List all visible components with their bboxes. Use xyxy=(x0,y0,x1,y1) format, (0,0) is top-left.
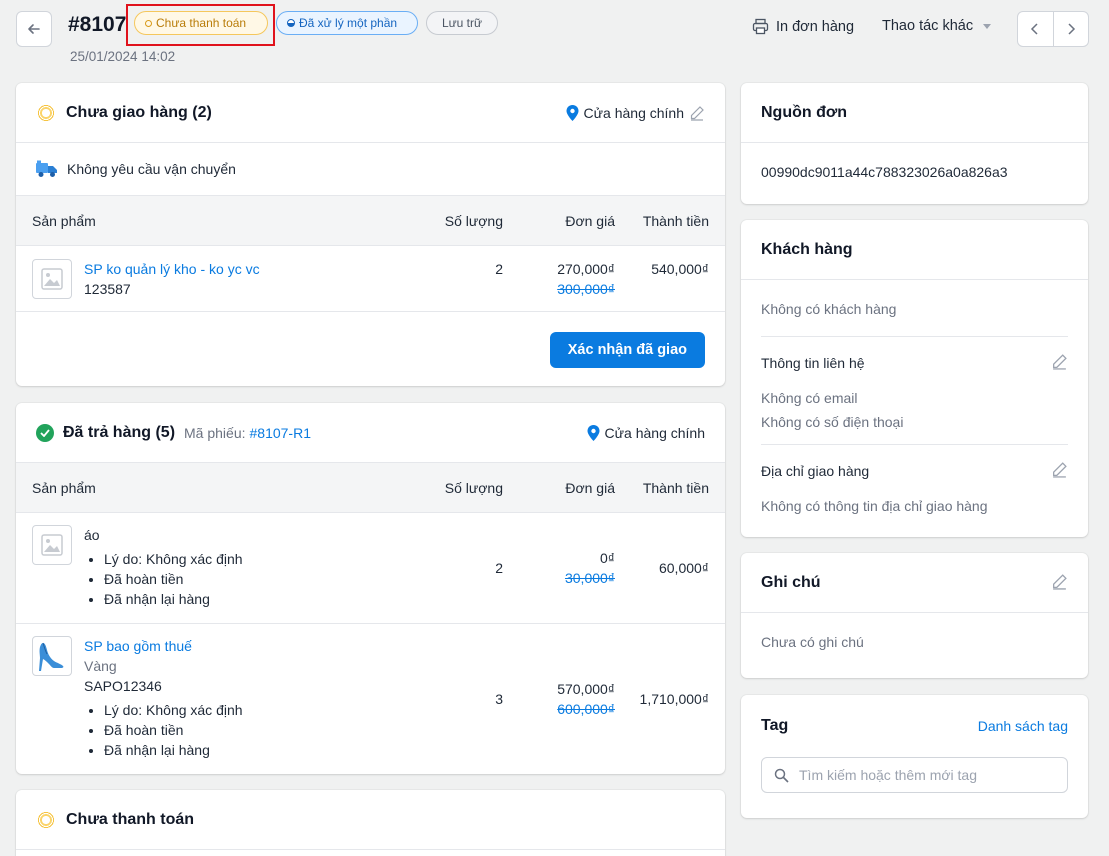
edit-note-button[interactable] xyxy=(1051,573,1068,593)
unfulfilled-header: Chưa giao hàng (2) Cửa hàng chính xyxy=(16,83,725,143)
edit-contact-button[interactable] xyxy=(1051,353,1068,373)
returned-table-header: Sản phẩm Số lượng Đơn giá Thành tiền xyxy=(16,463,725,513)
product-sku: 123587 xyxy=(84,281,131,297)
unfulfilled-table-header: Sản phẩm Số lượng Đơn giá Thành tiền xyxy=(16,196,725,246)
order-date: 25/01/2024 14:02 xyxy=(70,49,176,64)
payment-header: Chưa thanh toán xyxy=(16,790,725,850)
unfulfilled-location: Cửa hàng chính xyxy=(583,104,684,121)
printer-icon xyxy=(752,18,769,35)
caret-down-icon xyxy=(983,23,992,29)
returned-header: Đã trả hàng (5) Mã phiếu: #8107-R1 Cửa h… xyxy=(16,403,725,463)
edit-location-button[interactable] xyxy=(689,105,705,121)
image-placeholder-icon xyxy=(41,534,63,556)
table-row: áo Lý do: Không xác định Đã hoàn tiền Đã… xyxy=(16,513,725,624)
location-pin-icon xyxy=(566,104,579,121)
check-circle-icon xyxy=(36,423,54,442)
item-old-price: 300,000₫ xyxy=(557,281,615,297)
item-total: 60,000₫ xyxy=(658,560,709,576)
search-icon xyxy=(774,768,789,783)
returned-card: Đã trả hàng (5) Mã phiếu: #8107-R1 Cửa h… xyxy=(16,403,725,774)
location-pin-icon xyxy=(587,424,600,441)
status-badge-archive: Lưu trữ xyxy=(426,11,498,35)
order-number: #8107 xyxy=(68,13,127,36)
pencil-icon xyxy=(1053,462,1067,478)
pencil-icon xyxy=(1053,573,1067,590)
item-qty: 3 xyxy=(495,691,503,707)
print-order-button[interactable]: In đơn hàng xyxy=(752,18,854,35)
edit-address-button[interactable] xyxy=(1051,461,1068,481)
pencil-icon xyxy=(1053,354,1067,370)
status-badge-partial: Đã xử lý một phần xyxy=(276,11,418,35)
product-sku: SAPO12346 xyxy=(84,678,162,694)
shipping-note-row: Không yêu cầu vận chuyển xyxy=(16,143,725,196)
product-thumbnail xyxy=(32,259,72,299)
tag-search-input[interactable]: Tìm kiếm hoặc thêm mới tag xyxy=(761,757,1068,793)
high-heel-shoe-icon xyxy=(39,642,64,671)
item-total: 1,710,000₫ xyxy=(639,691,709,707)
table-row: SP ko quản lý kho - ko yc vc 123587 2 27… xyxy=(16,246,725,312)
order-pager xyxy=(1017,11,1089,47)
next-order-button[interactable] xyxy=(1052,12,1089,46)
source-title: Nguồn đơn xyxy=(761,103,848,121)
product-link[interactable]: SP bao gồm thuế xyxy=(84,636,243,656)
table-row: SP bao gồm thuế Vàng SAPO12346 Lý do: Kh… xyxy=(16,624,725,774)
contact-info-title: Thông tin liên hệ xyxy=(761,355,865,371)
note-title: Ghi chú xyxy=(761,573,821,591)
ticket-label: Mã phiếu: xyxy=(184,424,246,441)
ticket-link[interactable]: #8107-R1 xyxy=(250,425,312,441)
highlight-box xyxy=(126,4,275,46)
tag-search-placeholder: Tìm kiếm hoặc thêm mới tag xyxy=(799,767,978,783)
product-link[interactable]: SP ko quản lý kho - ko yc vc xyxy=(84,259,443,279)
payment-card: Chưa thanh toán xyxy=(16,790,725,856)
arrow-left-icon xyxy=(28,24,40,34)
item-qty: 2 xyxy=(495,560,503,576)
source-card: Nguồn đơn 00990dc9011a44c788323026a0a826… xyxy=(741,83,1088,204)
tag-card: Tag Danh sách tag Tìm kiếm hoặc thêm mới… xyxy=(741,695,1088,818)
source-value: 00990dc9011a44c788323026a0a826a3 xyxy=(761,164,1008,180)
image-placeholder-icon xyxy=(41,268,63,290)
customer-card: Khách hàng Không có khách hàng Thông tin… xyxy=(741,220,1088,537)
return-notes: Lý do: Không xác định Đã hoàn tiền Đã nh… xyxy=(84,700,243,760)
return-notes: Lý do: Không xác định Đã hoàn tiền Đã nh… xyxy=(84,549,243,609)
item-price: 570,000₫ xyxy=(557,681,615,697)
item-total: 540,000₫ xyxy=(651,261,709,277)
returned-location: Cửa hàng chính xyxy=(604,424,705,441)
back-button[interactable] xyxy=(16,11,52,47)
product-thumbnail xyxy=(32,525,72,565)
tag-list-link[interactable]: Danh sách tag xyxy=(978,718,1068,734)
unfulfilled-title: Chưa giao hàng (2) xyxy=(66,103,212,121)
item-old-price: 600,000₫ xyxy=(557,701,615,717)
item-price: 270,000₫ xyxy=(557,261,615,277)
customer-title: Khách hàng xyxy=(761,240,853,258)
item-price: 0₫ xyxy=(600,550,615,566)
tag-title: Tag xyxy=(761,717,789,734)
delivery-truck-icon xyxy=(36,160,57,177)
returned-title: Đã trả hàng (5) xyxy=(63,423,176,441)
product-name: áo xyxy=(84,527,100,543)
half-circle-icon xyxy=(287,19,295,27)
shipping-address-title: Địa chỉ giao hàng xyxy=(761,463,870,479)
pencil-icon xyxy=(690,105,704,121)
more-actions-dropdown[interactable]: Thao tác khác xyxy=(882,18,992,34)
prev-order-button[interactable] xyxy=(1018,12,1053,46)
product-thumbnail xyxy=(32,636,72,676)
chevron-left-icon xyxy=(1031,23,1038,35)
item-old-price: 30,000₫ xyxy=(564,570,615,586)
product-variant: Vàng xyxy=(84,658,117,674)
pending-sun-icon xyxy=(36,809,56,830)
chevron-right-icon xyxy=(1068,23,1075,35)
note-empty-text: Chưa có ghi chú xyxy=(761,634,864,650)
item-qty: 2 xyxy=(495,261,503,277)
unfulfilled-card: Chưa giao hàng (2) Cửa hàng chính Không … xyxy=(16,83,725,386)
note-card: Ghi chú Chưa có ghi chú xyxy=(741,553,1088,678)
pending-sun-icon xyxy=(36,102,56,123)
confirm-delivered-button[interactable]: Xác nhận đã giao xyxy=(549,332,705,368)
payment-title: Chưa thanh toán xyxy=(66,810,195,828)
no-phone-text: Không có số điện thoại xyxy=(761,414,904,430)
no-address-text: Không có thông tin địa chỉ giao hàng xyxy=(761,498,988,514)
no-customer-text: Không có khách hàng xyxy=(761,301,897,317)
no-email-text: Không có email xyxy=(761,390,858,406)
shipping-note: Không yêu cầu vận chuyển xyxy=(67,161,236,177)
